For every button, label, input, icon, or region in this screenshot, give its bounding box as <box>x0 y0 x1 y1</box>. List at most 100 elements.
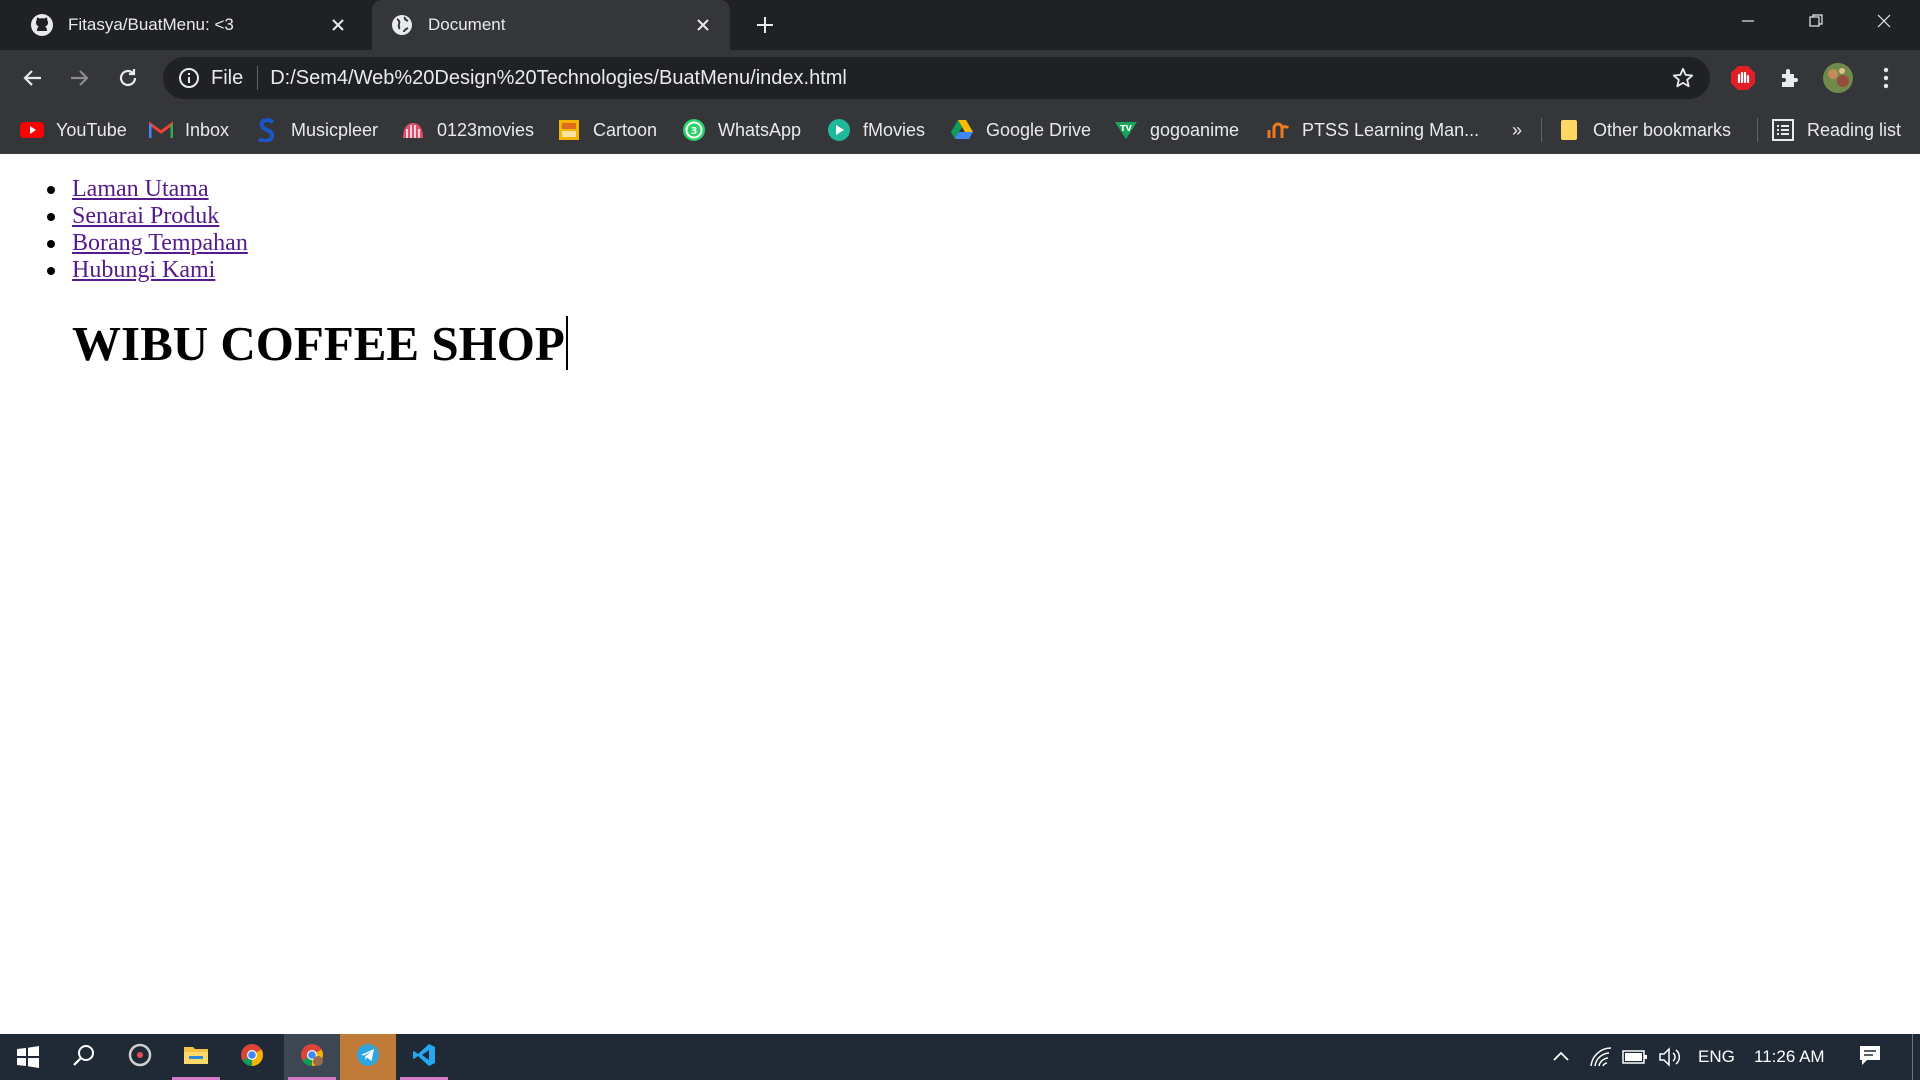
bookmarks-divider <box>1757 118 1758 142</box>
menu-item: Senarai Produk <box>47 203 248 230</box>
gmail-icon <box>149 118 173 142</box>
taskbar-app-chrome-profile[interactable] <box>284 1034 340 1080</box>
bookmark-label: gogoanime <box>1150 119 1240 140</box>
chrome-menu-icon[interactable] <box>1870 62 1902 94</box>
gogoanime-icon: TV <box>1114 118 1138 142</box>
action-center-button[interactable] <box>1854 1034 1886 1080</box>
bookmark-fmovies[interactable]: fMovies <box>827 106 925 154</box>
globe-icon <box>390 13 414 37</box>
bookmark-google-drive[interactable]: Google Drive <box>950 106 1091 154</box>
search-icon <box>72 1043 96 1072</box>
tab-title: Fitasya/BuatMenu: <3 <box>68 15 234 34</box>
bookmark-label: Musicpleer <box>291 119 379 140</box>
start-button[interactable] <box>0 1034 56 1080</box>
menu-link-borang-tempahan[interactable]: Borang Tempahan <box>72 230 248 256</box>
close-tab-icon[interactable] <box>325 12 351 38</box>
url-text[interactable]: D:/Sem4/Web%20Design%20Technologies/Buat… <box>270 67 1668 90</box>
extensions-puzzle-icon[interactable] <box>1774 62 1806 94</box>
cartoon-icon <box>557 118 581 142</box>
notification-icon <box>1858 1044 1882 1071</box>
bookmark-label: YouTube <box>56 119 127 140</box>
whatsapp-icon: 3 <box>682 118 706 142</box>
language-label: ENG <box>1698 1047 1735 1066</box>
bookmark-youtube[interactable]: YouTube <box>20 106 127 154</box>
menu-link-hubungi-kami[interactable]: Hubungi Kami <box>72 257 215 283</box>
close-window-button[interactable] <box>1850 0 1918 42</box>
reading-list-button[interactable]: Reading list <box>1771 106 1901 154</box>
file-explorer-icon <box>183 1044 209 1071</box>
info-icon[interactable] <box>177 66 201 90</box>
page-heading-text: WIBU COFFEE SHOP <box>72 316 565 371</box>
bookmark-star-icon[interactable] <box>1668 63 1698 93</box>
menu-link-senarai-produk[interactable]: Senarai Produk <box>72 203 219 229</box>
youtube-icon <box>20 118 44 142</box>
address-bar[interactable]: File D:/Sem4/Web%20Design%20Technologies… <box>163 57 1710 99</box>
nav-menu: Laman Utama Senarai Produk Borang Tempah… <box>47 176 248 284</box>
bookmarks-overflow-button[interactable]: » <box>1512 106 1522 154</box>
page-heading: WIBU COFFEE SHOP <box>72 316 568 372</box>
bookmark-inbox[interactable]: Inbox <box>149 106 229 154</box>
search-button[interactable] <box>56 1034 112 1080</box>
svg-text:3: 3 <box>691 126 698 137</box>
browser-toolbar: File D:/Sem4/Web%20Design%20Technologies… <box>0 50 1920 106</box>
input-language-indicator[interactable]: ENG <box>1698 1034 1735 1080</box>
chrome-profile-icon <box>300 1043 324 1072</box>
menu-link-laman-utama[interactable]: Laman Utama <box>72 176 209 202</box>
forward-button[interactable] <box>62 60 98 96</box>
profile-avatar[interactable] <box>1822 62 1854 94</box>
tab-github[interactable]: Fitasya/BuatMenu: <3 <box>12 0 365 50</box>
back-button[interactable] <box>14 60 50 96</box>
clock-time: 11:26 AM <box>1754 1047 1825 1066</box>
taskbar-app-chrome[interactable] <box>224 1034 280 1080</box>
movies-icon <box>401 118 425 142</box>
github-icon <box>30 13 54 37</box>
bookmark-ptss[interactable]: PTSS Learning Man... <box>1266 106 1479 154</box>
menu-item: Borang Tempahan <box>47 230 248 257</box>
google-drive-icon <box>950 118 974 142</box>
adblock-extension-icon[interactable] <box>1727 62 1759 94</box>
chrome-icon <box>240 1043 264 1072</box>
bookmark-musicpleer[interactable]: Musicpleer <box>255 106 378 154</box>
bookmark-gogoanime[interactable]: TV gogoanime <box>1114 106 1239 154</box>
bookmark-whatsapp[interactable]: 3 WhatsApp <box>682 106 801 154</box>
restore-button[interactable] <box>1782 0 1850 42</box>
volume-icon[interactable] <box>1655 1034 1687 1080</box>
media-player-icon <box>128 1043 152 1072</box>
vscode-icon <box>412 1043 436 1072</box>
scheme-label: File <box>211 66 244 89</box>
text-caret <box>565 316 568 370</box>
taskbar-app-vscode[interactable] <box>396 1034 452 1080</box>
bookmark-0123movies[interactable]: 0123movies <box>401 106 534 154</box>
bookmark-cartoon[interactable]: Cartoon <box>557 106 657 154</box>
network-icon[interactable] <box>1586 1034 1616 1080</box>
minimize-button[interactable] <box>1714 0 1782 42</box>
clock[interactable]: 11:26 AM <box>1754 1034 1825 1080</box>
bookmark-label: Google Drive <box>986 119 1092 140</box>
taskbar-app-file-explorer[interactable] <box>168 1034 224 1080</box>
reading-list-label: Reading list <box>1807 119 1902 140</box>
battery-icon[interactable] <box>1620 1034 1650 1080</box>
omnibox-divider <box>257 66 259 90</box>
bookmark-other-bookmarks[interactable]: Other bookmarks <box>1557 106 1731 154</box>
musicpleer-icon <box>255 118 279 142</box>
show-desktop-button[interactable] <box>1912 1034 1920 1080</box>
tab-strip: Fitasya/BuatMenu: <3 Document <box>0 0 1920 50</box>
reload-button[interactable] <box>110 60 146 96</box>
menu-item: Laman Utama <box>47 176 248 203</box>
bookmark-label: Other bookmarks <box>1593 119 1732 140</box>
taskbar-app-telegram[interactable] <box>340 1034 396 1080</box>
chevron-up-icon <box>1552 1047 1570 1067</box>
tab-document[interactable]: Document <box>372 0 730 50</box>
folder-icon <box>1557 118 1581 142</box>
show-hidden-icons-button[interactable] <box>1547 1034 1575 1080</box>
menu-item: Hubungi Kami <box>47 257 248 284</box>
bookmark-label: PTSS Learning Man... <box>1302 119 1480 140</box>
bookmark-label: Cartoon <box>593 119 658 140</box>
close-tab-icon[interactable] <box>690 12 716 38</box>
taskbar-app-media[interactable] <box>112 1034 168 1080</box>
bookmark-label: fMovies <box>863 119 926 140</box>
new-tab-button[interactable] <box>748 8 782 42</box>
bookmarks-divider <box>1541 118 1542 142</box>
svg-text:TV: TV <box>1120 124 1132 133</box>
windows-taskbar: ENG 11:26 AM <box>0 1034 1920 1080</box>
